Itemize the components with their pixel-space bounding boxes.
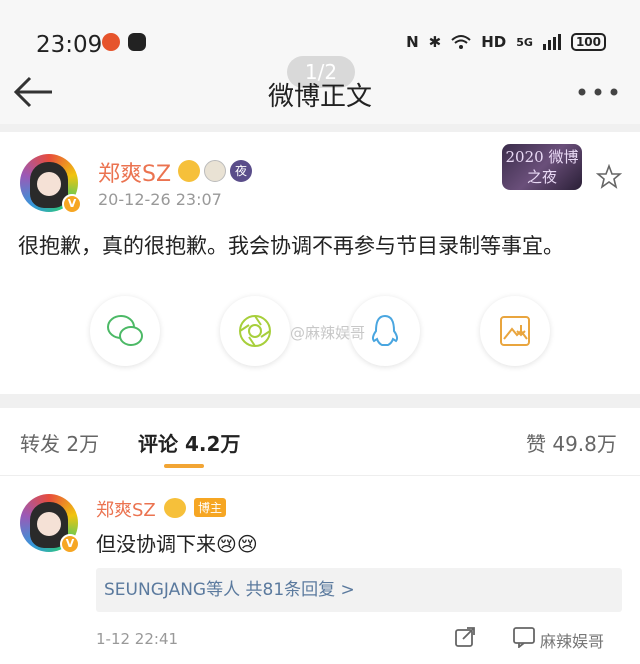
save-image-icon: [500, 316, 530, 346]
comment-content: 但没协调下来😢😢: [96, 532, 258, 556]
reply-summary[interactable]: SEUNGJANG等人 共81条回复 >: [96, 568, 622, 612]
bluetooth-icon: ✱: [428, 33, 442, 51]
favorite-star-icon[interactable]: [596, 164, 622, 190]
tab-likes-count: 49.8万: [552, 432, 617, 456]
image-page-indicator: 1/2: [287, 56, 355, 88]
tab-repost[interactable]: 转发 2万: [20, 428, 99, 457]
vip-crown-icon[interactable]: [178, 160, 200, 182]
tab-repost-count: 2万: [66, 432, 100, 456]
comment-timestamp: 1-12 22:41: [96, 630, 179, 648]
signal-label: 5G: [516, 35, 533, 49]
battery-indicator: 100: [570, 33, 606, 51]
status-bar: 23:09 N ✱ HD 5G 100: [0, 0, 640, 60]
more-options-icon[interactable]: [578, 88, 618, 96]
tab-comments-count: 4.2万: [184, 432, 241, 456]
nfc-icon: N: [406, 33, 419, 51]
wechat-icon: [107, 315, 143, 346]
share-icon[interactable]: [454, 626, 476, 648]
share-wechat-button[interactable]: [90, 296, 160, 366]
tab-comments[interactable]: 评论 4.2万: [138, 428, 240, 457]
vip-crown-icon[interactable]: [164, 498, 186, 518]
post-timestamp: 20-12-26 23:07: [98, 190, 222, 209]
status-time: 23:09: [36, 32, 103, 58]
weibo-app-icon: [102, 33, 120, 51]
tab-likes[interactable]: 赞 49.8万: [526, 428, 617, 457]
watermark: @麻辣娱哥: [290, 324, 366, 342]
interaction-tabs: 转发 2万 评论 4.2万 赞 49.8万: [0, 408, 640, 476]
status-right: N ✱ HD 5G 100: [406, 33, 606, 51]
watermark-bottom: 麻辣娱哥: [540, 632, 605, 651]
share-moments-button[interactable]: [220, 296, 290, 366]
moments-icon: [239, 315, 271, 347]
qq-icon: [371, 314, 399, 346]
wifi-icon: [451, 35, 471, 49]
signal-bars-icon: [542, 34, 561, 50]
host-badge: 博主: [194, 498, 227, 517]
post-username[interactable]: 郑爽SZ: [98, 156, 171, 188]
verified-badge-icon: V: [62, 194, 82, 214]
tab-repost-label: 转发: [20, 432, 60, 456]
comment-icon[interactable]: [512, 626, 536, 648]
comment-item: V 郑爽SZ 博主 但没协调下来😢😢 SEUNGJANG等人 共81条回复 > …: [0, 476, 640, 664]
save-image-button[interactable]: [480, 296, 550, 366]
fan-badge-icon[interactable]: [204, 160, 226, 182]
active-tab-indicator: [164, 464, 204, 468]
comment-username[interactable]: 郑爽SZ: [96, 496, 156, 522]
post-card: V 郑爽SZ 夜 20-12-26 23:07 2020 微博之夜 很抱歉，真的…: [0, 132, 640, 394]
night-badge-icon[interactable]: 夜: [230, 160, 252, 182]
avatar-face: [37, 172, 61, 196]
tab-comments-label: 评论: [138, 432, 178, 456]
post-content: 很抱歉，真的很抱歉。我会协调不再参与节目录制等事宜。: [18, 234, 564, 258]
wechat-app-icon: [128, 33, 146, 51]
tab-likes-label: 赞: [526, 432, 546, 456]
verified-badge-icon: V: [60, 534, 80, 554]
event-logo[interactable]: 2020 微博之夜: [502, 144, 582, 190]
avatar-face: [37, 512, 61, 536]
hd-label: HD: [481, 33, 507, 51]
